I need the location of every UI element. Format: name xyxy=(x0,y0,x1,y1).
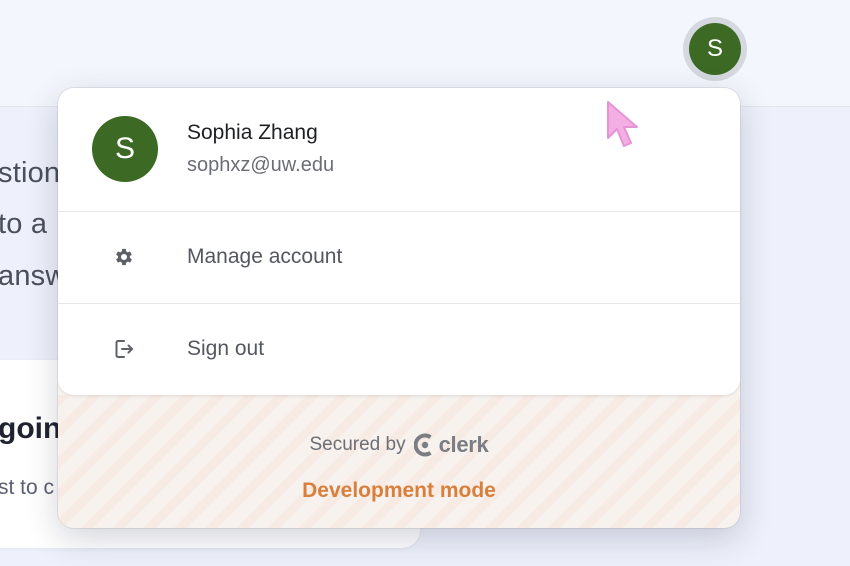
secured-by-text: Secured by xyxy=(309,434,406,455)
manage-account-label: Manage account xyxy=(187,245,343,268)
popover-footer: Secured by clerk Development mode xyxy=(58,395,740,528)
background-text-line: stion xyxy=(0,157,61,189)
user-menu-popover: S Sophia Zhang sophxz@uw.edu Manage acco… xyxy=(58,88,740,528)
gear-icon xyxy=(112,245,136,269)
user-name: Sophia Zhang xyxy=(187,121,318,144)
avatar: S xyxy=(92,116,158,182)
user-avatar-button[interactable]: S xyxy=(683,17,747,81)
background-card-subtitle: st to c xyxy=(0,476,55,499)
sign-out-icon xyxy=(112,337,136,361)
background-text-line: to a xyxy=(0,208,48,240)
background-card-title: goin xyxy=(0,412,62,445)
sign-out-label: Sign out xyxy=(187,337,265,360)
mouse-pointer-icon xyxy=(607,101,638,147)
manage-account-button[interactable]: Manage account xyxy=(58,211,740,304)
sign-out-button[interactable]: Sign out xyxy=(58,303,740,395)
clerk-logo-text: clerk xyxy=(438,432,489,457)
clerk-logo[interactable]: clerk xyxy=(413,432,489,458)
avatar-initial: S xyxy=(689,23,741,75)
development-mode-label: Development mode xyxy=(302,479,496,502)
background-text-line: answ xyxy=(0,260,67,292)
user-email: sophxz@uw.edu xyxy=(187,154,335,176)
clerk-logo-icon xyxy=(413,433,432,457)
secured-by: Secured by clerk xyxy=(58,432,740,458)
